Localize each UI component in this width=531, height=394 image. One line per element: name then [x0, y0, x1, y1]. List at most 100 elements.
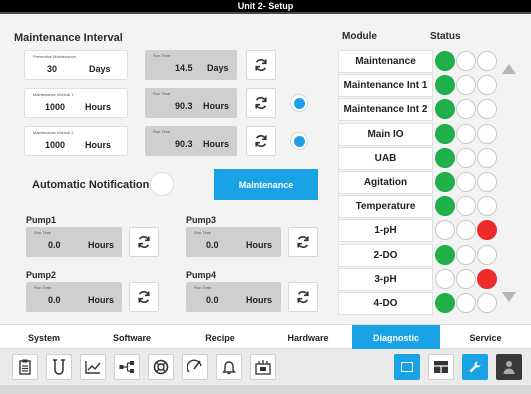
module-name: UAB [338, 146, 433, 170]
status-indicator-green [435, 196, 455, 217]
runtime-value: 0.0 [48, 240, 61, 250]
module-name: 2-DO [338, 243, 433, 267]
field-unit: Hours [85, 102, 112, 112]
status-indicator-green [435, 51, 455, 71]
field-label: Preventive Maintenance [33, 54, 76, 59]
maintenance-interval-1-field[interactable]: Maintenance Interval 1 1000 Hours [24, 88, 128, 118]
module-name: Maintenance Int 1 [338, 74, 433, 98]
status-footer [0, 385, 531, 394]
gauge-icon[interactable] [182, 354, 208, 380]
reset-preventive-button[interactable] [246, 50, 276, 80]
preventive-runtime-field: Run Time 14.5 Days [145, 50, 237, 80]
status-indicator-off [477, 75, 497, 96]
module-grid-icon[interactable] [428, 354, 454, 380]
scroll-up-arrow-icon[interactable] [502, 64, 516, 74]
reset-interval-1-button[interactable] [246, 88, 276, 118]
status-indicator-off [477, 99, 497, 120]
status-indicator-green [435, 293, 455, 313]
bottom-toolbar [0, 349, 531, 385]
lifebuoy-icon[interactable] [148, 354, 174, 380]
status-indicator-off [456, 268, 476, 289]
field-label: Maintenance Interval 2 [33, 130, 74, 135]
runtime-unit: Days [207, 63, 229, 73]
runtime-unit: Hours [88, 240, 115, 250]
tab-diagnostic[interactable]: Diagnostic [352, 325, 440, 350]
runtime-unit: Hours [203, 101, 230, 111]
preventive-maintenance-field[interactable]: Preventive Maintenance 30 Days [24, 50, 128, 80]
runtime-unit: Hours [203, 139, 230, 149]
network-icon[interactable] [114, 354, 140, 380]
reset-pump3-button[interactable] [288, 227, 318, 257]
tab-hardware[interactable]: Hardware [264, 325, 352, 350]
field-unit: Hours [85, 140, 112, 150]
clipboard-icon[interactable] [12, 354, 38, 380]
module-name: Agitation [338, 171, 433, 194]
refresh-icon [255, 97, 267, 109]
tab-software[interactable]: Software [88, 325, 176, 350]
status-indicator-red [477, 220, 497, 241]
tab-system[interactable]: System [0, 325, 88, 350]
bell-icon[interactable] [216, 354, 242, 380]
runtime-unit: Hours [88, 295, 115, 305]
status-indicator-off [477, 123, 497, 144]
maintenance-button[interactable]: Maintenance [214, 169, 318, 200]
reset-pump1-button[interactable] [129, 227, 159, 257]
scroll-down-arrow-icon[interactable] [502, 292, 516, 302]
status-indicator-off [435, 268, 455, 289]
status-indicator-green [435, 99, 455, 120]
tab-recipe[interactable]: Recipe [176, 325, 264, 350]
module-name: Temperature [338, 195, 433, 219]
wrench-icon[interactable] [462, 354, 488, 380]
status-indicator-green [435, 244, 455, 265]
maintenance-interval-2-field[interactable]: Maintenance Interval 2 1000 Hours [24, 126, 128, 156]
status-indicator-off [456, 99, 476, 120]
reset-interval-2-button[interactable] [246, 126, 276, 156]
pump4-runtime-field: Run Time 0.0 Hours [186, 282, 281, 312]
interval-1-select-radio[interactable] [290, 94, 308, 112]
tab-service[interactable]: Service [440, 325, 531, 350]
status-indicator-off [456, 75, 476, 96]
status-indicator-off [456, 293, 476, 313]
runtime-label: Run Time [194, 285, 212, 290]
pump3-label: Pump3 [186, 215, 217, 225]
window-icon[interactable] [394, 354, 420, 380]
runtime-value: 90.3 [175, 101, 193, 111]
automatic-notification-toggle[interactable] [150, 172, 174, 196]
status-indicator-off [456, 196, 476, 217]
trend-chart-icon[interactable] [80, 354, 106, 380]
beaker-icon[interactable] [46, 354, 72, 380]
runtime-label: Run Time [153, 53, 171, 58]
runtime-label: Run Time [194, 230, 212, 235]
status-indicator-off [477, 51, 497, 71]
status-indicator-green [435, 172, 455, 192]
module-name: Maintenance Int 2 [338, 98, 433, 122]
interval-2-runtime-field: Run Time 90.3 Hours [145, 126, 237, 156]
status-indicator-off [435, 220, 455, 241]
status-indicator-green [435, 75, 455, 96]
field-label: Maintenance Interval 1 [33, 92, 74, 97]
user-icon[interactable] [496, 354, 522, 380]
runtime-value: 14.5 [175, 63, 193, 73]
interval-1-runtime-field: Run Time 90.3 Hours [145, 88, 237, 118]
status-indicator-off [456, 147, 476, 168]
status-indicator-off [456, 123, 476, 144]
status-indicator-off [456, 220, 476, 241]
refresh-icon [255, 59, 267, 71]
interval-2-select-radio[interactable] [290, 132, 308, 150]
reset-pump2-button[interactable] [129, 282, 159, 312]
module-name: Main IO [338, 122, 433, 146]
status-indicator-off [477, 172, 497, 192]
refresh-icon [138, 291, 150, 303]
runtime-value: 0.0 [48, 295, 61, 305]
window-title: Unit 2- Setup [0, 0, 531, 12]
setup-panel: Maintenance Interval Preventive Maintena… [0, 12, 531, 324]
runtime-value: 0.0 [206, 240, 219, 250]
calibration-icon[interactable] [250, 354, 276, 380]
refresh-icon [297, 236, 309, 248]
field-value: 30 [47, 64, 58, 74]
module-name: 1-pH [338, 219, 433, 243]
runtime-label: Run Time [34, 230, 52, 235]
reset-pump4-button[interactable] [288, 282, 318, 312]
status-indicator-red [477, 268, 497, 289]
pump1-runtime-field: Run Time 0.0 Hours [26, 227, 122, 257]
